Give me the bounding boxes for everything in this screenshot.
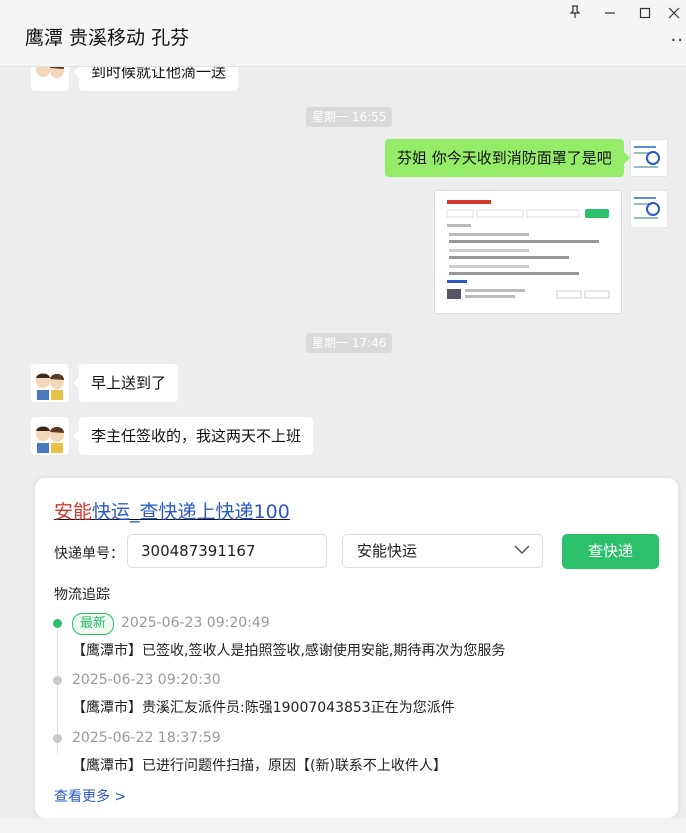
tracking-card: 安能快运_查快递上快递100 快递单号： 300487391167 安能快运 查…: [35, 478, 678, 818]
timeline-dot: [53, 734, 62, 743]
close-icon[interactable]: [662, 5, 686, 25]
my-avatar[interactable]: [630, 139, 668, 177]
event-text: 【鹰潭市】贵溪汇友派件员:陈强19007043853正在为您派件: [72, 700, 455, 716]
minimize-icon[interactable]: [598, 5, 622, 25]
chat-title: 鹰潭 贵溪移动 孔芬: [25, 27, 190, 49]
event-text: 【鹰潭市】已进行问题件扫描，原因【(新)联系不上收件人】: [72, 758, 447, 774]
timestamp: 星期一 17:46: [306, 333, 393, 353]
event-time: 2025-06-23 09:20:30: [72, 672, 221, 688]
courier-select[interactable]: 安能快运: [342, 534, 543, 568]
avatar[interactable]: [31, 364, 69, 402]
tracking-number-label: 快递单号：: [54, 546, 124, 562]
timeline-dot-active: [53, 619, 62, 628]
title-bar: 鹰潭 贵溪移动 孔芬 ··: [0, 0, 686, 67]
see-more-link[interactable]: 查看更多 >: [54, 786, 126, 806]
avatar[interactable]: [31, 417, 69, 455]
card-title-link[interactable]: 安能快运_查快递上快递100: [54, 497, 290, 524]
tracking-title: 物流追踪: [54, 587, 110, 603]
screenshot-image[interactable]: [434, 190, 622, 314]
pin-icon[interactable]: [563, 5, 587, 25]
message-bubble[interactable]: 李主任签收的，我这两天不上班: [72, 417, 314, 455]
query-button[interactable]: 查快递: [562, 534, 659, 569]
my-avatar[interactable]: [630, 190, 668, 228]
chevron-down-icon: [514, 545, 530, 555]
maximize-icon[interactable]: [633, 5, 657, 25]
timestamp: 星期一 16:55: [306, 107, 393, 127]
title-rest[interactable]: 快运_查快递上快递100: [92, 501, 290, 523]
message-bubble[interactable]: 到时候就让他滴一送: [72, 67, 239, 91]
event-time: 2025-06-23 09:20:49: [121, 615, 270, 631]
event-text: 【鹰潭市】已签收,签收人是拍照签收,感谢使用安能,期待再次为您服务: [72, 643, 506, 659]
timeline-dot: [53, 676, 62, 685]
more-icon[interactable]: ··: [671, 30, 684, 51]
chat-area[interactable]: 到时候就让他滴一送 星期一 16:55 芬姐 你今天收到消防面罩了是吧 星期一 …: [0, 67, 686, 480]
tracking-number-input[interactable]: 300487391167: [127, 534, 327, 568]
latest-badge: 最新: [72, 613, 115, 635]
message-bubble[interactable]: 早上送到了: [72, 364, 179, 402]
bottom-strip: [0, 818, 686, 833]
event-time: 2025-06-22 18:37:59: [72, 730, 221, 746]
title-brand[interactable]: 安能: [54, 501, 92, 523]
avatar[interactable]: [31, 67, 69, 91]
courier-selected-value: 安能快运: [357, 542, 418, 560]
my-message-bubble[interactable]: 芬姐 你今天收到消防面罩了是吧: [385, 139, 630, 177]
